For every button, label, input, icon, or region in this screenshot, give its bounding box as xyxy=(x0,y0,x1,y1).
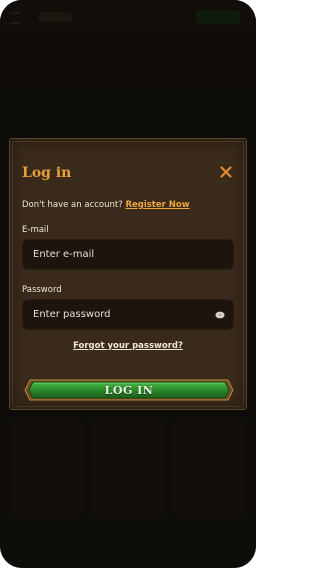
login-button-label: LOG IN xyxy=(104,383,154,397)
email-field[interactable] xyxy=(23,240,233,269)
phone-screen: Log in Don't have an account? Register N… xyxy=(0,0,256,568)
eye-icon[interactable] xyxy=(215,311,225,319)
login-modal: Log in Don't have an account? Register N… xyxy=(9,138,247,410)
forgot-password-link[interactable]: Forgot your password? xyxy=(10,341,246,351)
password-field[interactable] xyxy=(23,300,233,329)
register-link[interactable]: Register Now xyxy=(125,200,189,210)
login-button[interactable]: LOG IN xyxy=(24,377,234,403)
password-field-container xyxy=(22,299,234,330)
no-account-label: Don't have an account? xyxy=(22,200,123,210)
no-account-text: Don't have an account? Register Now xyxy=(22,200,190,210)
modal-title: Log in xyxy=(22,165,72,181)
password-label: Password xyxy=(22,285,62,295)
email-label: E-mail xyxy=(22,225,49,235)
close-icon xyxy=(220,166,232,178)
email-field-container xyxy=(22,239,234,270)
close-button[interactable] xyxy=(218,164,234,180)
